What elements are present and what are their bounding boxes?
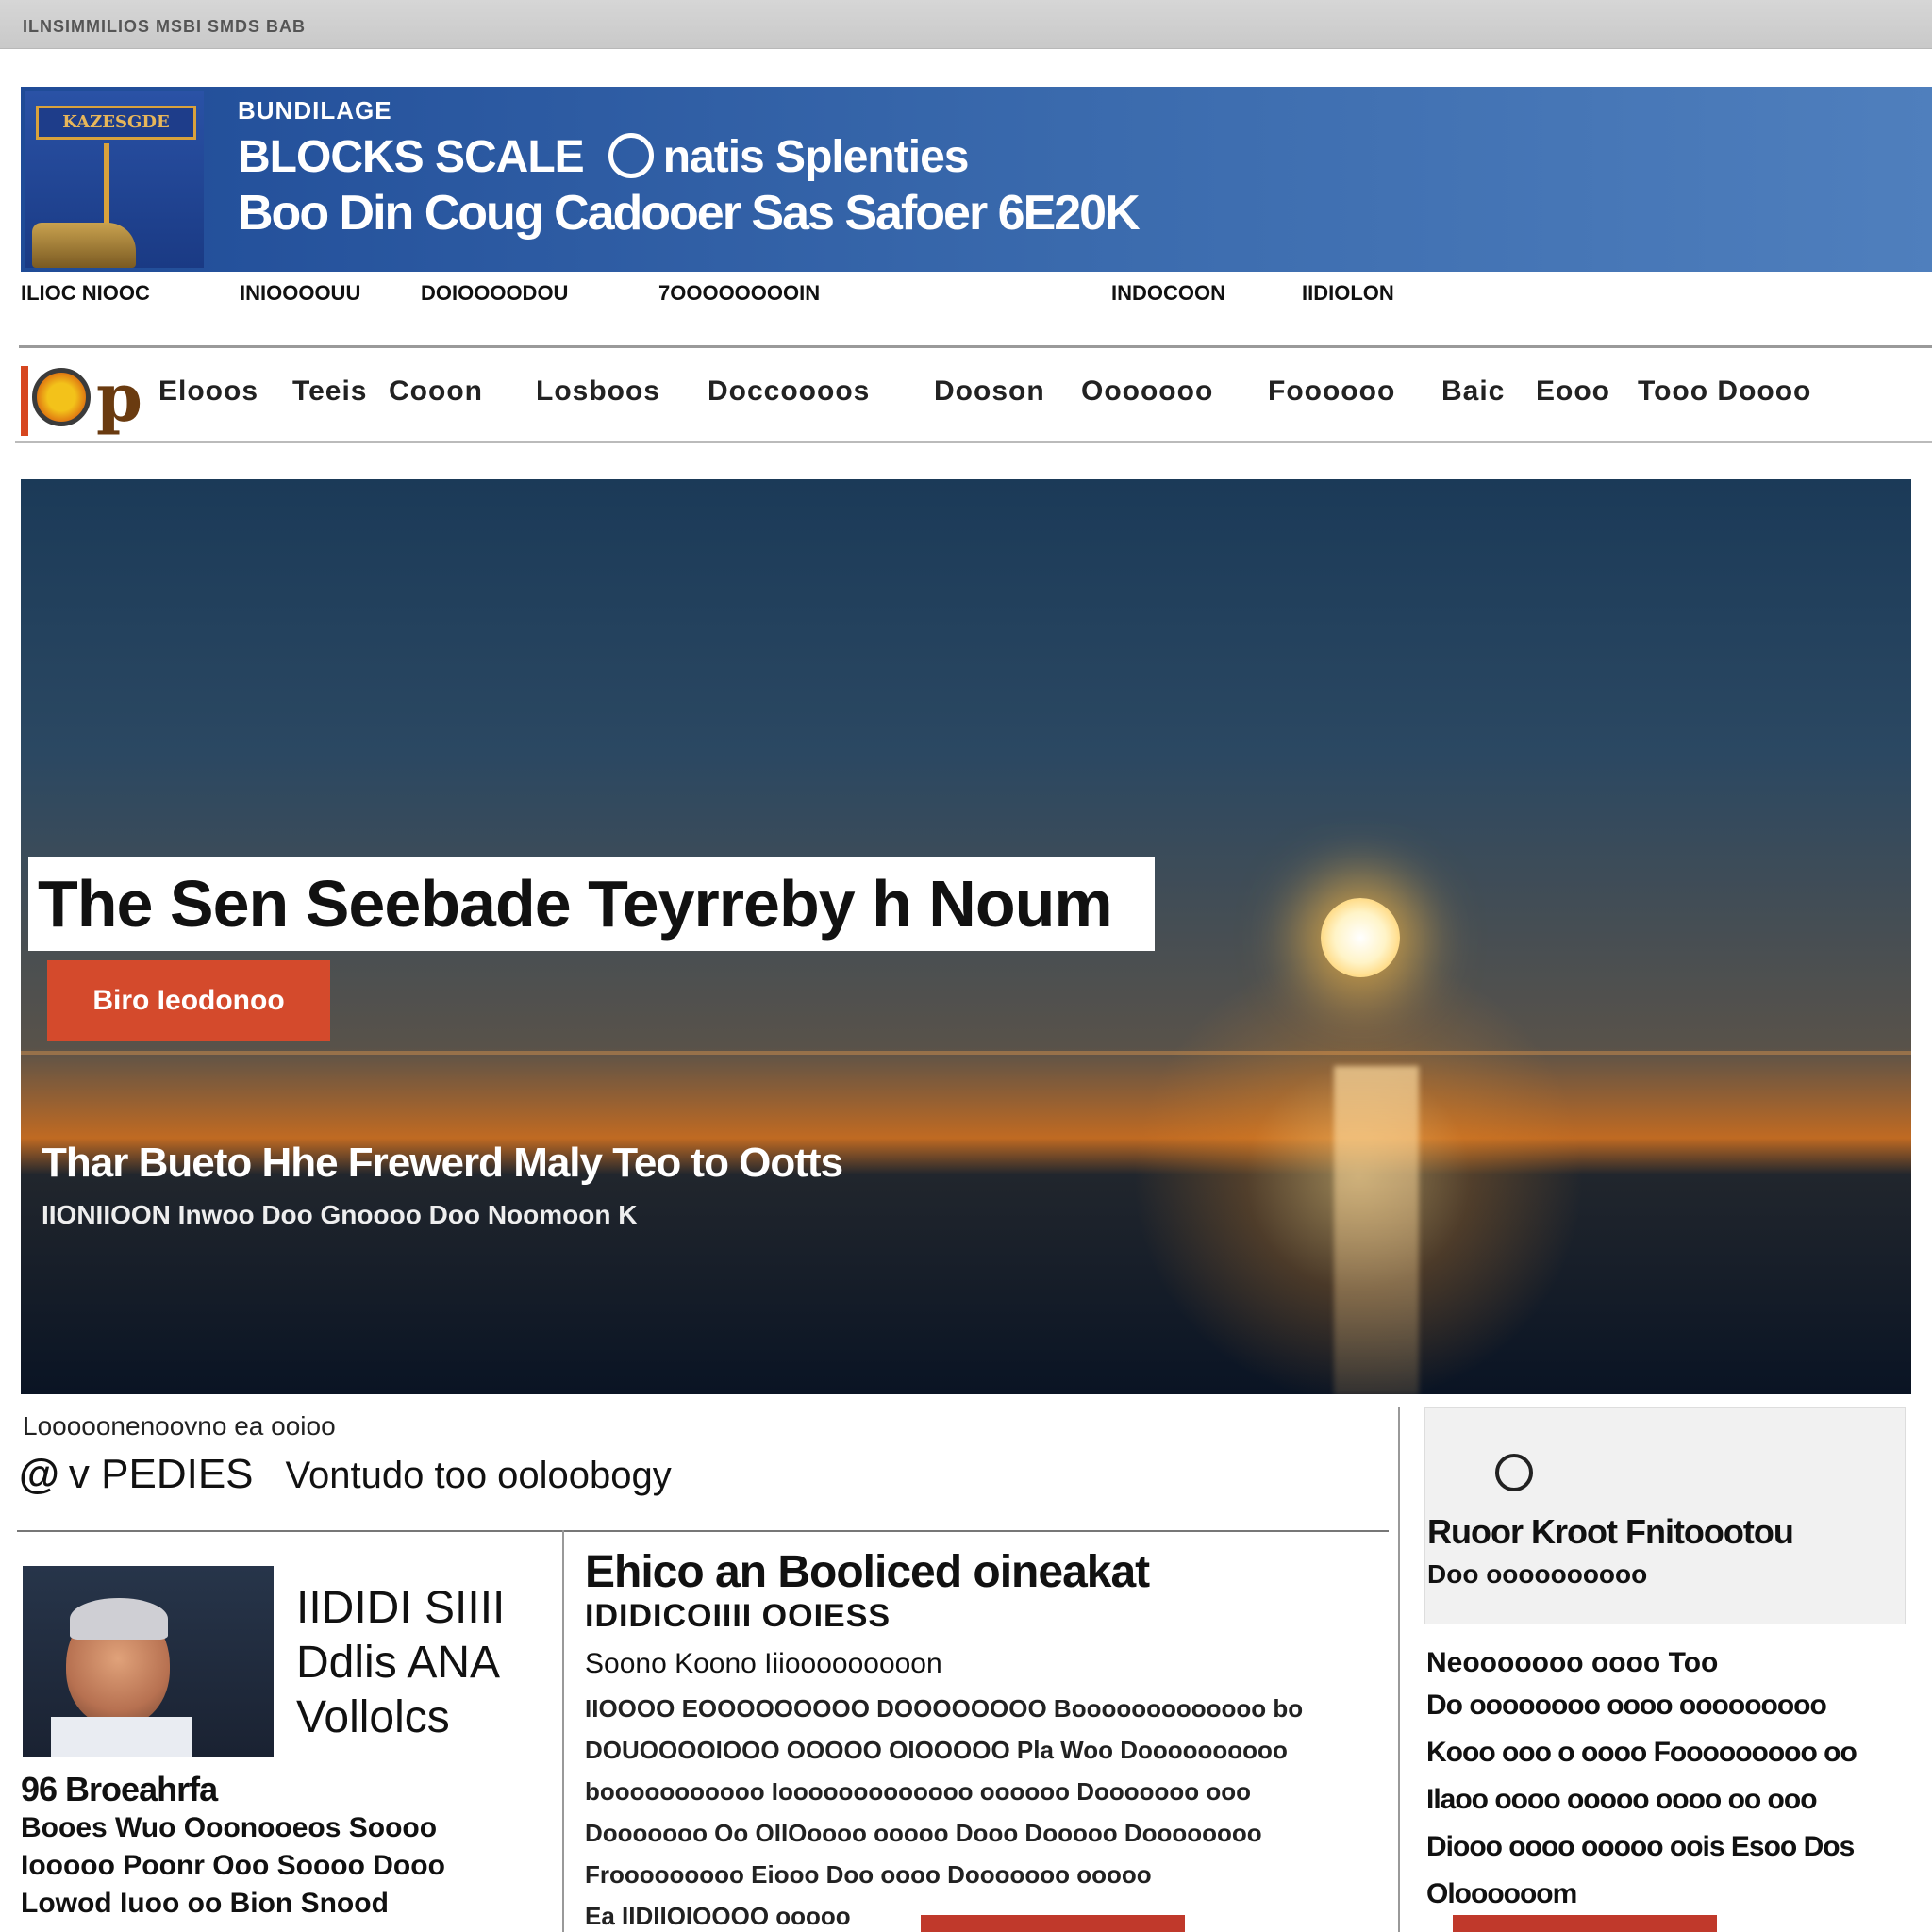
sidebar-story: Neooooooo oooo Too Do oooooooo oooo oooo… bbox=[1426, 1647, 1898, 1915]
body-line: Dooooooo Oo OIIOoooo ooooo Dooo Dooooo D… bbox=[585, 1819, 1262, 1847]
banner-logo-pole bbox=[104, 143, 109, 228]
nav-item-8[interactable]: Foooooo bbox=[1268, 375, 1395, 408]
hero-subtitle[interactable]: Thar Bueto Hhe Frewerd Maly Teo to Ootts bbox=[42, 1140, 843, 1187]
left-story-line: Iooooo Poonr Ooo Soooo Dooo bbox=[21, 1850, 445, 1881]
main-nav: p Elooos Teeis Cooon Losboos Doccoooos D… bbox=[15, 349, 1932, 443]
section-title[interactable]: v PEDIES bbox=[69, 1451, 254, 1497]
promo-subtitle: Doo oooooooooo bbox=[1427, 1559, 1648, 1589]
hero-category-tag[interactable]: Biro Ieodonoo bbox=[47, 960, 330, 1041]
sidebar-story-line: Diooo oooo ooooo oois Esoo Dos bbox=[1426, 1831, 1855, 1862]
hero-title-box[interactable]: The Sen Seebade Teyrreby h Noum bbox=[28, 857, 1155, 951]
banner-headline-1a: BLOCKS SCALE bbox=[238, 132, 585, 182]
nav-item-9[interactable]: Baic bbox=[1441, 375, 1505, 408]
thumbnail-caption-line: Ddlis ANA bbox=[296, 1638, 501, 1688]
left-story-headline[interactable]: 96 Broeahrfa bbox=[21, 1770, 549, 1809]
banner-kicker: BUNDILAGE bbox=[238, 96, 392, 125]
body-line: DOUOOOOIOOO OOOOO OIOOOOO Pla Woo Dooooo… bbox=[585, 1736, 1288, 1764]
sidebar-link-bar[interactable] bbox=[1453, 1915, 1717, 1932]
thumbnail-caption-line: Vollolcs bbox=[296, 1692, 450, 1742]
logo-bar bbox=[21, 366, 28, 436]
story-thumbnail[interactable] bbox=[23, 1566, 274, 1757]
globe-icon bbox=[608, 133, 654, 179]
section-tagline: Vontudo too ooloobogy bbox=[285, 1455, 672, 1496]
main-story-subhead: IDIDICOIIII OOIESS bbox=[585, 1598, 891, 1634]
sun-reflection bbox=[1334, 1066, 1419, 1394]
sidebar-story-line: Ilaoo oooo ooooo oooo oo ooo bbox=[1426, 1784, 1818, 1815]
body-line: booooooooooo Iooooooooooooo oooooo Doooo… bbox=[585, 1777, 1252, 1806]
nav-item-7[interactable]: Ooooooo bbox=[1081, 375, 1213, 408]
body-line: IIOOOO EOOOOOOOOO DOOOOOOOO Booooooooooo… bbox=[585, 1694, 1304, 1723]
sidebar-promo-box[interactable]: Ruoor Kroot Fnitoootou Doo oooooooooo bbox=[1424, 1407, 1906, 1624]
hero-meta: IIONIIOON Inwoo Doo Gnoooo Doo Noomoon K bbox=[42, 1200, 638, 1229]
thumbnail-caption-line: IIDIDI SIIII bbox=[296, 1583, 506, 1633]
nav-item-11[interactable]: Tooo Doooo bbox=[1638, 375, 1811, 408]
column-divider-1 bbox=[562, 1530, 564, 1932]
main-story-link-bar[interactable] bbox=[921, 1915, 1185, 1932]
nav-item-6[interactable]: Dooson bbox=[934, 375, 1045, 408]
left-story: 96 Broeahrfa Booes Wuo Ooonooeos Soooo I… bbox=[21, 1770, 549, 1923]
banner-logo-sign: KAZESGDE bbox=[36, 106, 196, 140]
main-story-body: IIOOOO EOOOOOOOOO DOOOOOOOO Booooooooooo… bbox=[585, 1688, 1387, 1932]
header-divider bbox=[19, 345, 1932, 348]
person-hair bbox=[70, 1598, 168, 1640]
section-kicker: Looooonenoovno ea ooioo bbox=[23, 1411, 336, 1441]
sidebar-story-line: Oloooooom bbox=[1426, 1878, 1577, 1909]
util-link-4[interactable]: 7OOOOOOOOIN bbox=[658, 281, 820, 306]
main-story-headline[interactable]: Ehico an Booliced oineakat bbox=[585, 1547, 1387, 1598]
util-link-6[interactable]: IIDIOLON bbox=[1302, 281, 1394, 306]
column-divider-2 bbox=[1398, 1407, 1400, 1932]
banner-headline-1: BLOCKS SCALE natis Splenties bbox=[238, 131, 1139, 183]
util-link-3[interactable]: DOIOOOODOU bbox=[421, 281, 568, 306]
site-logo[interactable]: p bbox=[19, 358, 142, 438]
sidebar-story-line: Kooo ooo o oooo Fooooooooo oo bbox=[1426, 1737, 1857, 1768]
banner-headline-2: Boo Din Coug Cadooer Sas Safoer 6E20K bbox=[238, 186, 1141, 241]
left-story-line: Lowod Iuoo oo Bion Snood bbox=[21, 1888, 389, 1919]
main-story: Ehico an Booliced oineakat IDIDICOIIII O… bbox=[585, 1547, 1387, 1932]
left-story-line: Booes Wuo Ooonooeos Soooo bbox=[21, 1812, 438, 1843]
sidebar-story-line: Do oooooooo oooo ooooooooo bbox=[1426, 1690, 1827, 1721]
body-line: Frooooooooo Eiooo Doo oooo Dooooooo oooo… bbox=[585, 1860, 1152, 1889]
thumbnail-caption[interactable]: IIDIDI SIIII Ddlis ANA Vollolcs bbox=[296, 1581, 505, 1745]
site-banner: KAZESGDE BUNDILAGE BLOCKS SCALE natis Spl… bbox=[21, 87, 1932, 272]
browser-tab-label[interactable]: ILNSIMMILIOS MSBI SMDS BAB bbox=[23, 17, 306, 37]
banner-headline-1b: natis Splenties bbox=[662, 132, 970, 182]
banner-text: BUNDILAGE BLOCKS SCALE natis Splenties Bo… bbox=[238, 96, 1141, 242]
promo-title: Ruoor Kroot Fnitoootou bbox=[1427, 1512, 1794, 1551]
nav-item-4[interactable]: Losboos bbox=[536, 375, 660, 408]
browser-tab-strip: ILNSIMMILIOS MSBI SMDS BAB bbox=[0, 0, 1932, 49]
section-heading: @ v PEDIES Vontudo too ooloobogy bbox=[19, 1451, 672, 1498]
circle-icon bbox=[1495, 1454, 1533, 1491]
sun bbox=[1321, 898, 1400, 977]
section-divider bbox=[17, 1530, 1389, 1532]
main-story-byline: Soono Koono Iiiooooooooon bbox=[585, 1648, 942, 1679]
util-link-2[interactable]: INIOOOOUU bbox=[240, 281, 360, 306]
util-link-5[interactable]: INDOCOON bbox=[1111, 281, 1225, 306]
horizon-line bbox=[21, 1051, 1911, 1055]
nav-item-10[interactable]: Eooo bbox=[1536, 375, 1610, 408]
nav-item-2[interactable]: Teeis bbox=[292, 375, 368, 408]
banner-logo-vehicle bbox=[32, 223, 136, 268]
logo-letter: p bbox=[96, 358, 142, 437]
person-shirt bbox=[51, 1717, 192, 1757]
nav-item-1[interactable]: Elooos bbox=[158, 375, 258, 408]
nav-item-3[interactable]: Cooon bbox=[389, 375, 483, 408]
hero-title: The Sen Seebade Teyrreby h Noum bbox=[38, 867, 1113, 941]
logo-ring-icon bbox=[32, 368, 91, 426]
at-icon: @ bbox=[19, 1451, 59, 1497]
nav-item-5[interactable]: Doccoooos bbox=[708, 375, 870, 408]
utility-links: ILIOC NIOOC INIOOOOUU DOIOOOODOU 7OOOOOO… bbox=[21, 281, 1932, 313]
util-link-1[interactable]: ILIOC NIOOC bbox=[21, 281, 150, 306]
sidebar-story-headline[interactable]: Neooooooo oooo Too bbox=[1426, 1647, 1898, 1679]
banner-logo-image[interactable]: KAZESGDE bbox=[25, 91, 204, 268]
